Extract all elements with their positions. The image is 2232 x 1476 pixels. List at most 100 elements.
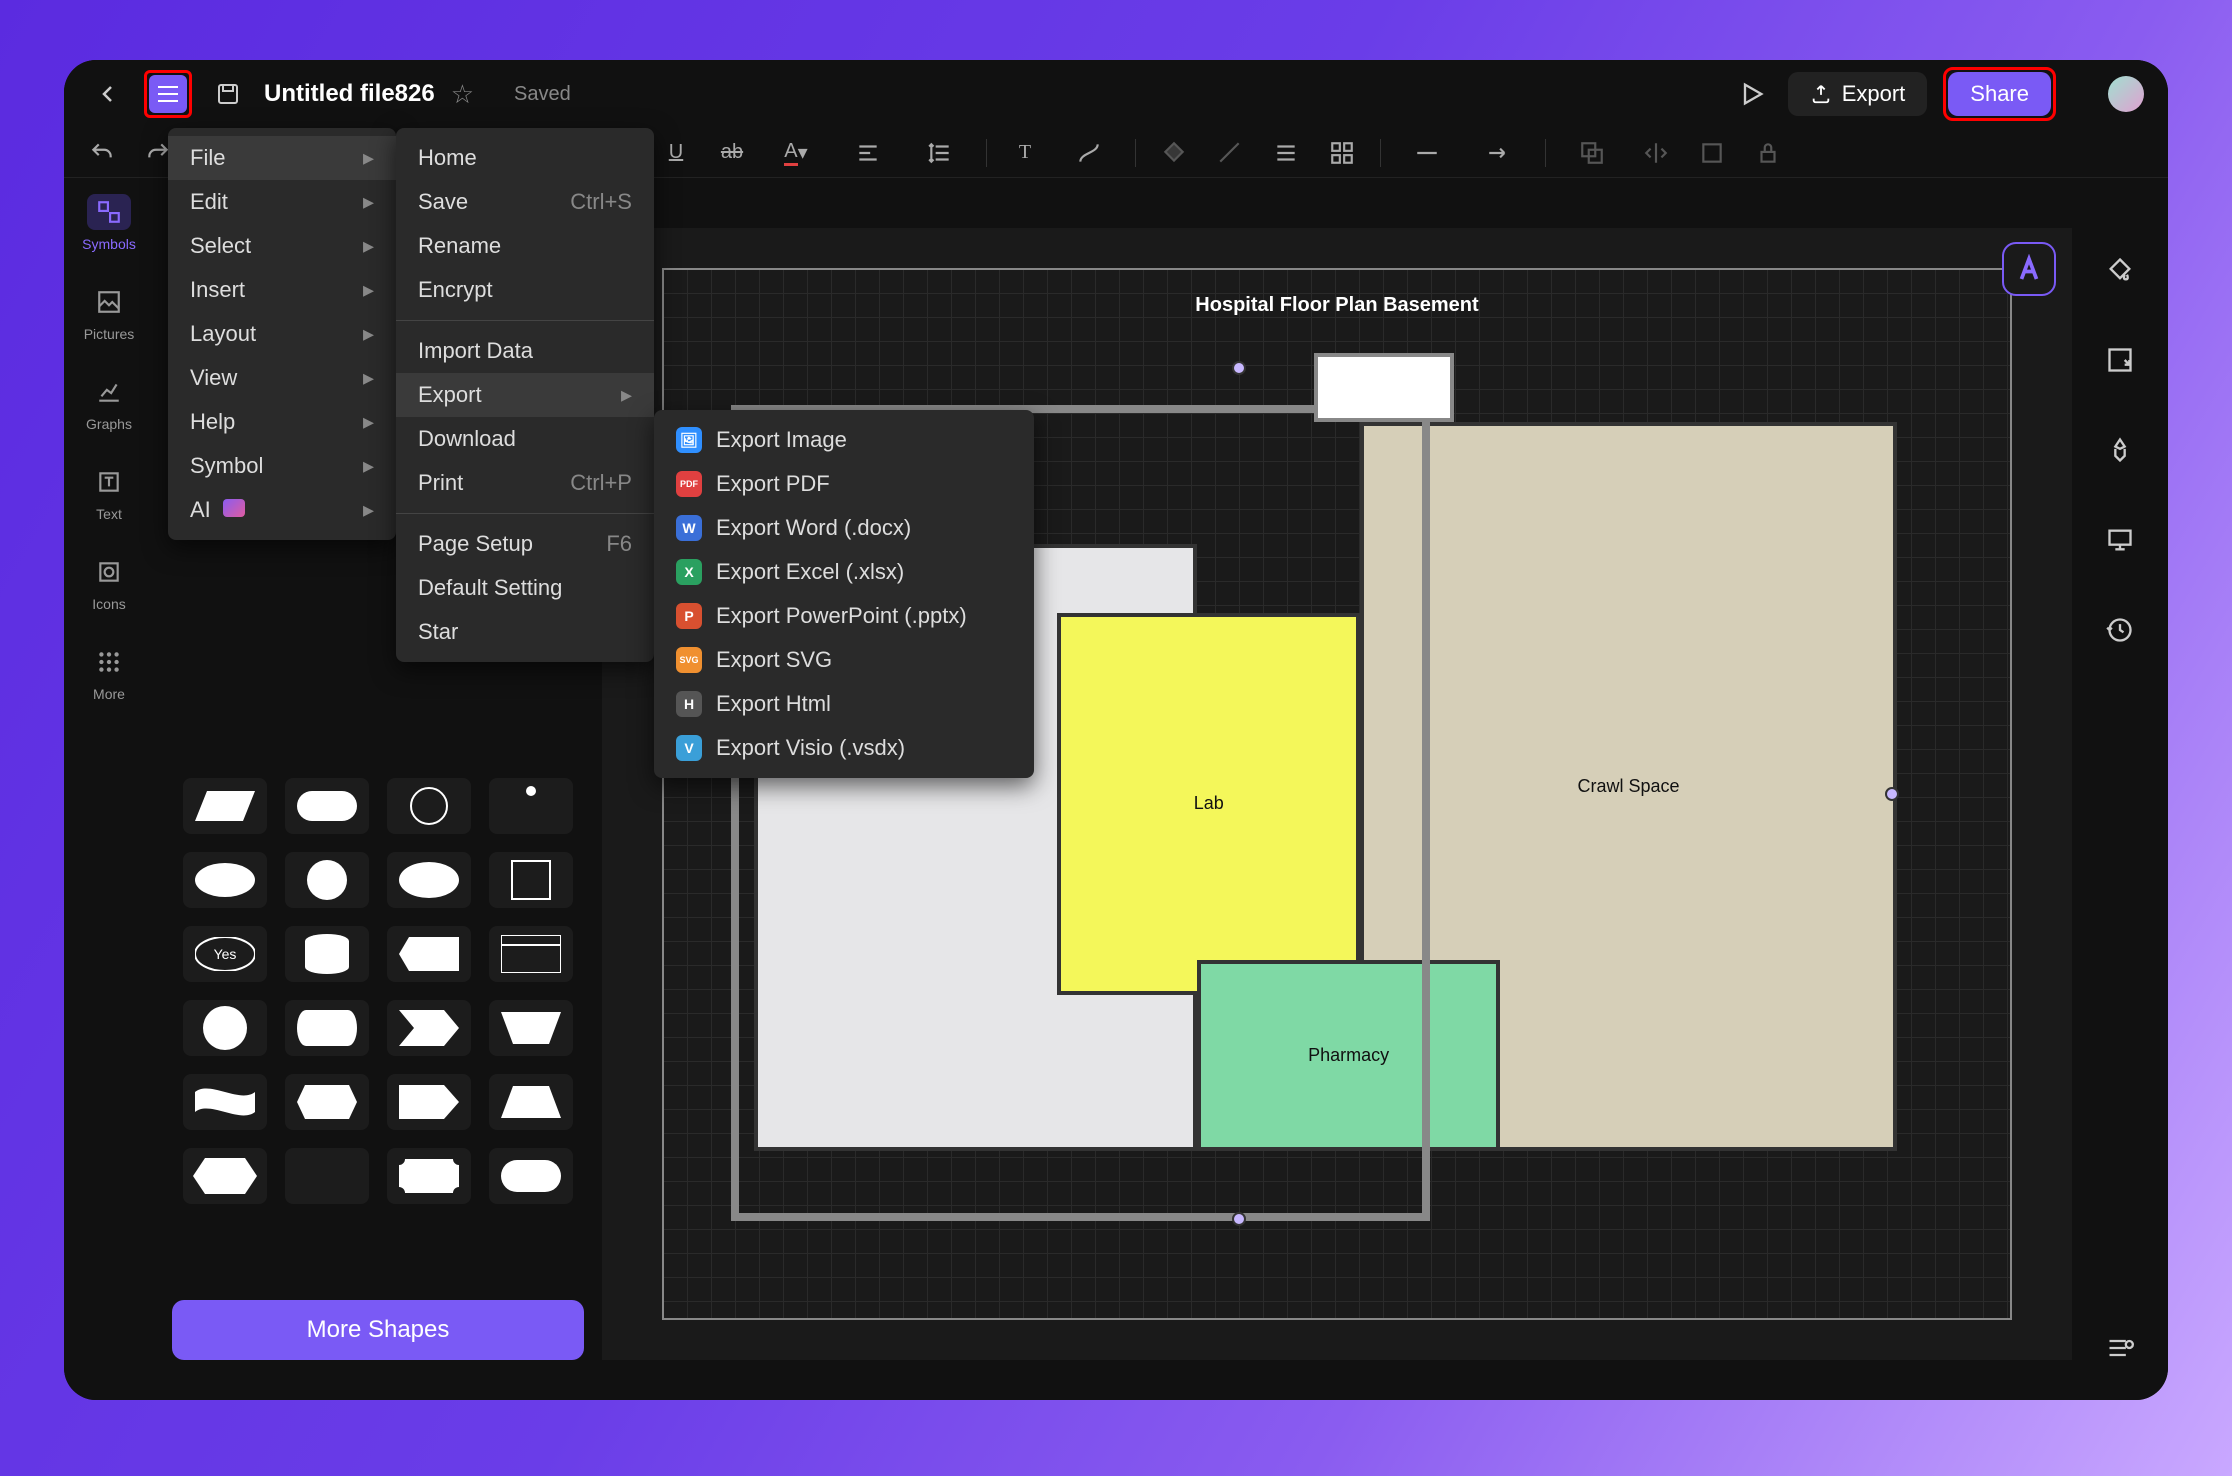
save-icon[interactable] bbox=[208, 74, 248, 114]
line-style-button[interactable] bbox=[1397, 133, 1457, 173]
file-menu-import-data[interactable]: Import Data bbox=[396, 329, 654, 373]
share-button[interactable]: Share bbox=[1948, 72, 2051, 116]
shape-ellipse[interactable] bbox=[183, 852, 267, 908]
more-shapes-button[interactable]: More Shapes bbox=[172, 1300, 584, 1360]
group-align-button[interactable] bbox=[1264, 133, 1308, 173]
menu-item-edit[interactable]: Edit▸ bbox=[168, 180, 396, 224]
file-menu-save[interactable]: SaveCtrl+S bbox=[396, 180, 654, 224]
room-pharmacy[interactable]: Pharmacy bbox=[1197, 960, 1500, 1151]
theme-icon[interactable] bbox=[2098, 428, 2142, 472]
ai-badge[interactable] bbox=[2002, 242, 2056, 296]
line-spacing-button[interactable] bbox=[910, 133, 970, 173]
shape-circle-outline[interactable] bbox=[387, 778, 471, 834]
lock-button[interactable] bbox=[1746, 133, 1790, 173]
shape-cylinder-h[interactable] bbox=[285, 1000, 369, 1056]
stroke-button[interactable] bbox=[1208, 133, 1252, 173]
shape-ribbon[interactable] bbox=[285, 1074, 369, 1130]
shape-cylinder[interactable] bbox=[285, 926, 369, 982]
export-menu-export-visio-vsdx-[interactable]: VExport Visio (.vsdx) bbox=[654, 726, 1034, 770]
file-menu-default-setting[interactable]: Default Setting bbox=[396, 566, 654, 610]
sidebar-item-graphs[interactable]: Graphs bbox=[64, 374, 154, 432]
export-menu-export-image[interactable]: 🖼Export Image bbox=[654, 418, 1034, 462]
sidebar-item-symbols[interactable]: Symbols bbox=[64, 194, 154, 252]
shape-ellipse-2[interactable] bbox=[387, 852, 471, 908]
shape-arrow-shape[interactable] bbox=[387, 1000, 471, 1056]
menu-item-file[interactable]: File▸ bbox=[168, 136, 396, 180]
canvas[interactable]: Hospital Floor Plan Basement Crawl Space… bbox=[602, 228, 2072, 1360]
shape-trapezoid-2[interactable] bbox=[489, 1074, 573, 1130]
file-menu-home[interactable]: Home bbox=[396, 136, 654, 180]
app-frame: Untitled file826 ☆ Saved Export Share B … bbox=[64, 60, 2168, 1400]
font-color-button[interactable]: A ▾ bbox=[766, 133, 826, 173]
export-side-icon[interactable] bbox=[2098, 338, 2142, 382]
sidebar-item-pictures[interactable]: Pictures bbox=[64, 284, 154, 342]
strikethrough-button[interactable]: ab bbox=[710, 133, 754, 173]
fill-button[interactable] bbox=[1152, 133, 1196, 173]
shape-circle[interactable] bbox=[285, 852, 369, 908]
export-menu-export-pdf[interactable]: PDFExport PDF bbox=[654, 462, 1034, 506]
export-menu-export-excel-xlsx-[interactable]: XExport Excel (.xlsx) bbox=[654, 550, 1034, 594]
menu-item-layout[interactable]: Layout▸ bbox=[168, 312, 396, 356]
selection-handle[interactable] bbox=[1885, 787, 1899, 801]
presentation-icon[interactable] bbox=[2098, 518, 2142, 562]
selection-handle[interactable] bbox=[1232, 361, 1246, 375]
settings-list-icon[interactable] bbox=[2098, 1326, 2142, 1370]
layers-button[interactable] bbox=[1562, 133, 1622, 173]
menu-item-help[interactable]: Help▸ bbox=[168, 400, 396, 444]
present-button[interactable] bbox=[1732, 74, 1772, 114]
shape-square-outline[interactable] bbox=[489, 852, 573, 908]
shape-rounded-rect[interactable] bbox=[285, 778, 369, 834]
shape-stadium[interactable] bbox=[489, 1148, 573, 1204]
shape-pentagon[interactable] bbox=[387, 1074, 471, 1130]
main-menu-button[interactable] bbox=[149, 75, 187, 113]
export-menu-export-html[interactable]: HExport Html bbox=[654, 682, 1034, 726]
shape-circle-2[interactable] bbox=[183, 1000, 267, 1056]
shape-trapezoid[interactable] bbox=[489, 1000, 573, 1056]
shape-card[interactable] bbox=[489, 926, 573, 982]
align-button[interactable] bbox=[838, 133, 898, 173]
back-button[interactable] bbox=[88, 74, 128, 114]
export-menu-export-word-docx-[interactable]: WExport Word (.docx) bbox=[654, 506, 1034, 550]
sidebar-item-icons[interactable]: Icons bbox=[64, 554, 154, 612]
undo-button[interactable] bbox=[80, 133, 124, 173]
shape-hexagon[interactable] bbox=[183, 1148, 267, 1204]
shape-ticket[interactable] bbox=[387, 1148, 471, 1204]
file-menu-page-setup[interactable]: Page SetupF6 bbox=[396, 522, 654, 566]
file-menu-export[interactable]: Export▸ bbox=[396, 373, 654, 417]
shape-yes[interactable]: Yes bbox=[183, 926, 267, 982]
shape-display[interactable] bbox=[387, 926, 471, 982]
history-icon[interactable] bbox=[2098, 608, 2142, 652]
file-menu-print[interactable]: PrintCtrl+P bbox=[396, 461, 654, 505]
flip-h-button[interactable] bbox=[1634, 133, 1678, 173]
menu-item-ai[interactable]: AI ▸ bbox=[168, 488, 396, 532]
file-title[interactable]: Untitled file826 bbox=[264, 80, 435, 108]
export-menu-export-powerpoint-pptx-[interactable]: PExport PowerPoint (.pptx) bbox=[654, 594, 1034, 638]
favorite-star-icon[interactable]: ☆ bbox=[451, 79, 474, 110]
file-menu-star[interactable]: Star bbox=[396, 610, 654, 654]
menu-item-select[interactable]: Select▸ bbox=[168, 224, 396, 268]
arrow-style-button[interactable] bbox=[1469, 133, 1529, 173]
sidebar-item-text[interactable]: Text bbox=[64, 464, 154, 522]
grid-toggle-button[interactable] bbox=[1320, 133, 1364, 173]
user-avatar[interactable] bbox=[2108, 76, 2144, 112]
sidebar-item-more[interactable]: More bbox=[64, 644, 154, 702]
text-tool-button[interactable]: T bbox=[1003, 133, 1047, 173]
file-menu-rename[interactable]: Rename bbox=[396, 224, 654, 268]
shape-lines[interactable] bbox=[285, 1148, 369, 1204]
shape-parallelogram[interactable] bbox=[183, 778, 267, 834]
shape-wave[interactable] bbox=[183, 1074, 267, 1130]
underline-button[interactable]: U bbox=[654, 133, 698, 173]
connector-button[interactable] bbox=[1059, 133, 1119, 173]
menu-item-insert[interactable]: Insert▸ bbox=[168, 268, 396, 312]
file-menu-download[interactable]: Download bbox=[396, 417, 654, 461]
group-button[interactable] bbox=[1690, 133, 1734, 173]
export-menu-export-svg[interactable]: SVGExport SVG bbox=[654, 638, 1034, 682]
selection-handle[interactable] bbox=[1232, 1212, 1246, 1226]
file-menu-encrypt[interactable]: Encrypt bbox=[396, 268, 654, 312]
room-lab[interactable]: Lab bbox=[1057, 613, 1360, 995]
menu-item-view[interactable]: View▸ bbox=[168, 356, 396, 400]
menu-item-symbol[interactable]: Symbol▸ bbox=[168, 444, 396, 488]
shape-person[interactable] bbox=[489, 778, 573, 834]
fill-icon[interactable] bbox=[2098, 248, 2142, 292]
export-button[interactable]: Export bbox=[1788, 72, 1928, 116]
